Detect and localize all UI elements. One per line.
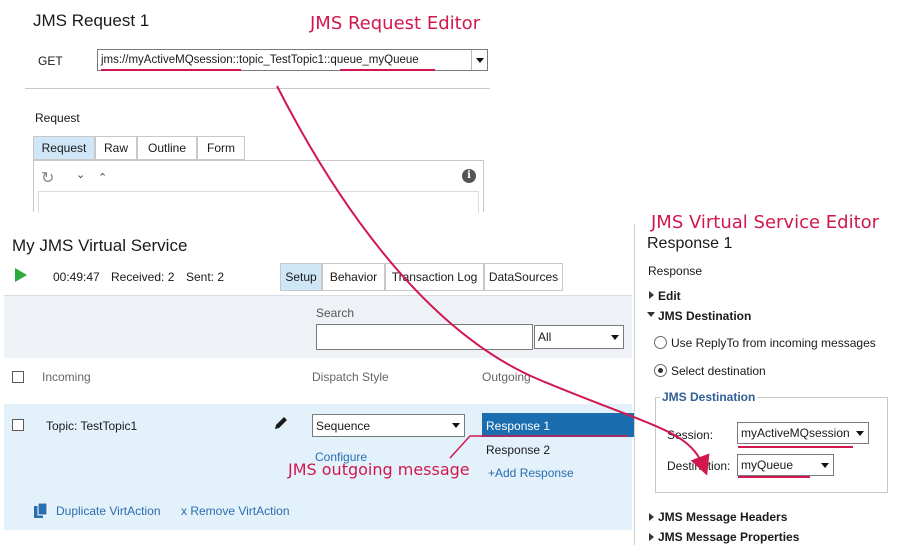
arrow-request-to-virtual-service (276, 85, 710, 476)
arrow-outgoing-message (449, 435, 628, 459)
annotation-arrows (276, 85, 710, 476)
